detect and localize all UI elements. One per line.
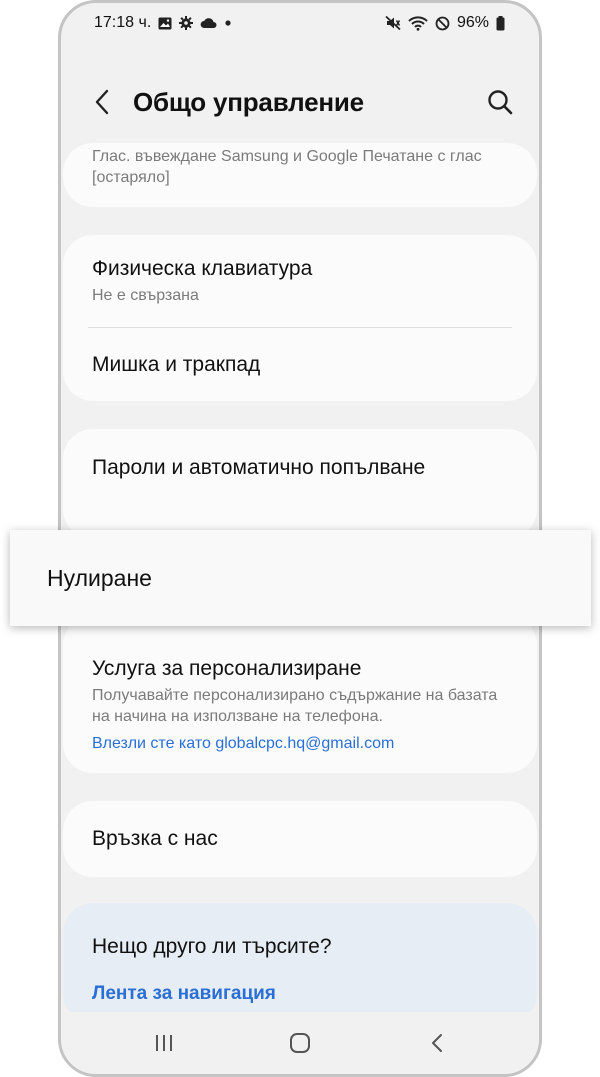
- gallery-icon: [158, 17, 172, 30]
- navigation-bar-link[interactable]: Лента за навигация: [92, 983, 508, 1005]
- passwords-autofill-title: Пароли и автоматично попълване: [92, 456, 426, 479]
- personalization-account: Влезли сте като globalcpc.hq@gmail.com: [92, 735, 395, 752]
- reset-title: Нулиране: [47, 564, 152, 591]
- app-header: Общо управление: [61, 75, 539, 131]
- recent-apps-icon: [156, 1035, 172, 1051]
- personalization-subtitle: Получавайте персонализирано съдържание н…: [92, 687, 498, 725]
- battery-icon: [496, 15, 505, 31]
- gear-icon: [179, 16, 194, 30]
- search-button[interactable]: [485, 87, 515, 117]
- status-bar: 17:18 ч. 96%: [61, 3, 539, 43]
- wifi-icon: [408, 15, 428, 31]
- list-item-personalization[interactable]: Услуга за персонализиране Получавайте пе…: [92, 615, 508, 753]
- list-item-contact-us[interactable]: Връзка с нас: [92, 801, 508, 877]
- system-nav-bar: [61, 1012, 539, 1074]
- contact-us-title: Връзка с нас: [92, 827, 218, 850]
- status-left: 17:18 ч.: [94, 14, 232, 32]
- list-item-physical-keyboard[interactable]: Физическа клавиатура Не е свързана: [92, 235, 508, 327]
- status-time: 17:18 ч.: [94, 14, 152, 31]
- looking-for-card: Нещо друго ли търсите? Лента за навигаци…: [63, 903, 537, 1023]
- card-voice-input: Глас. въвеждане Samsung и Google Печатан…: [63, 143, 537, 207]
- mouse-trackpad-title: Мишка и тракпад: [92, 352, 261, 376]
- card-personalization: Услуга за персонализиране Получавайте пе…: [63, 615, 537, 773]
- physical-keyboard-subtitle: Не е свързана: [92, 286, 199, 304]
- back-icon: [432, 1034, 442, 1052]
- physical-keyboard-title: Физическа клавиатура: [92, 256, 313, 280]
- list-item-mouse-trackpad[interactable]: Мишка и тракпад: [92, 328, 508, 401]
- card-input-devices: Физическа клавиатура Не е свързана Мишка…: [63, 235, 537, 401]
- list-item-voice-input[interactable]: Глас. въвеждане Samsung и Google Печатан…: [92, 143, 508, 189]
- search-icon: [488, 90, 513, 115]
- nav-back-button[interactable]: [420, 1026, 454, 1060]
- back-button[interactable]: [87, 87, 117, 117]
- cloud-icon: [200, 17, 217, 29]
- dot-icon: [224, 19, 232, 27]
- chevron-left-icon: [95, 89, 109, 115]
- card-contact-us: Връзка с нас: [63, 801, 537, 877]
- voice-input-subtitle: Глас. въвеждане Samsung и Google Печатан…: [92, 148, 482, 186]
- home-button[interactable]: [283, 1026, 317, 1060]
- status-right: 96%: [385, 14, 505, 32]
- recent-apps-button[interactable]: [147, 1026, 181, 1060]
- page-title: Общо управление: [133, 87, 364, 117]
- personalization-title: Услуга за персонализиране: [92, 657, 362, 680]
- do-not-disturb-icon: [435, 16, 450, 31]
- list-item-passwords-autofill[interactable]: Пароли и автоматично попълване: [92, 429, 508, 507]
- battery-percent: 96%: [456, 14, 489, 31]
- list-item-reset[interactable]: Нулиране: [10, 530, 591, 626]
- looking-for-title: Нещо друго ли търсите?: [92, 935, 332, 958]
- home-icon: [290, 1033, 310, 1053]
- mute-icon: [385, 15, 401, 31]
- card-passwords: Пароли и автоматично попълване: [63, 429, 537, 539]
